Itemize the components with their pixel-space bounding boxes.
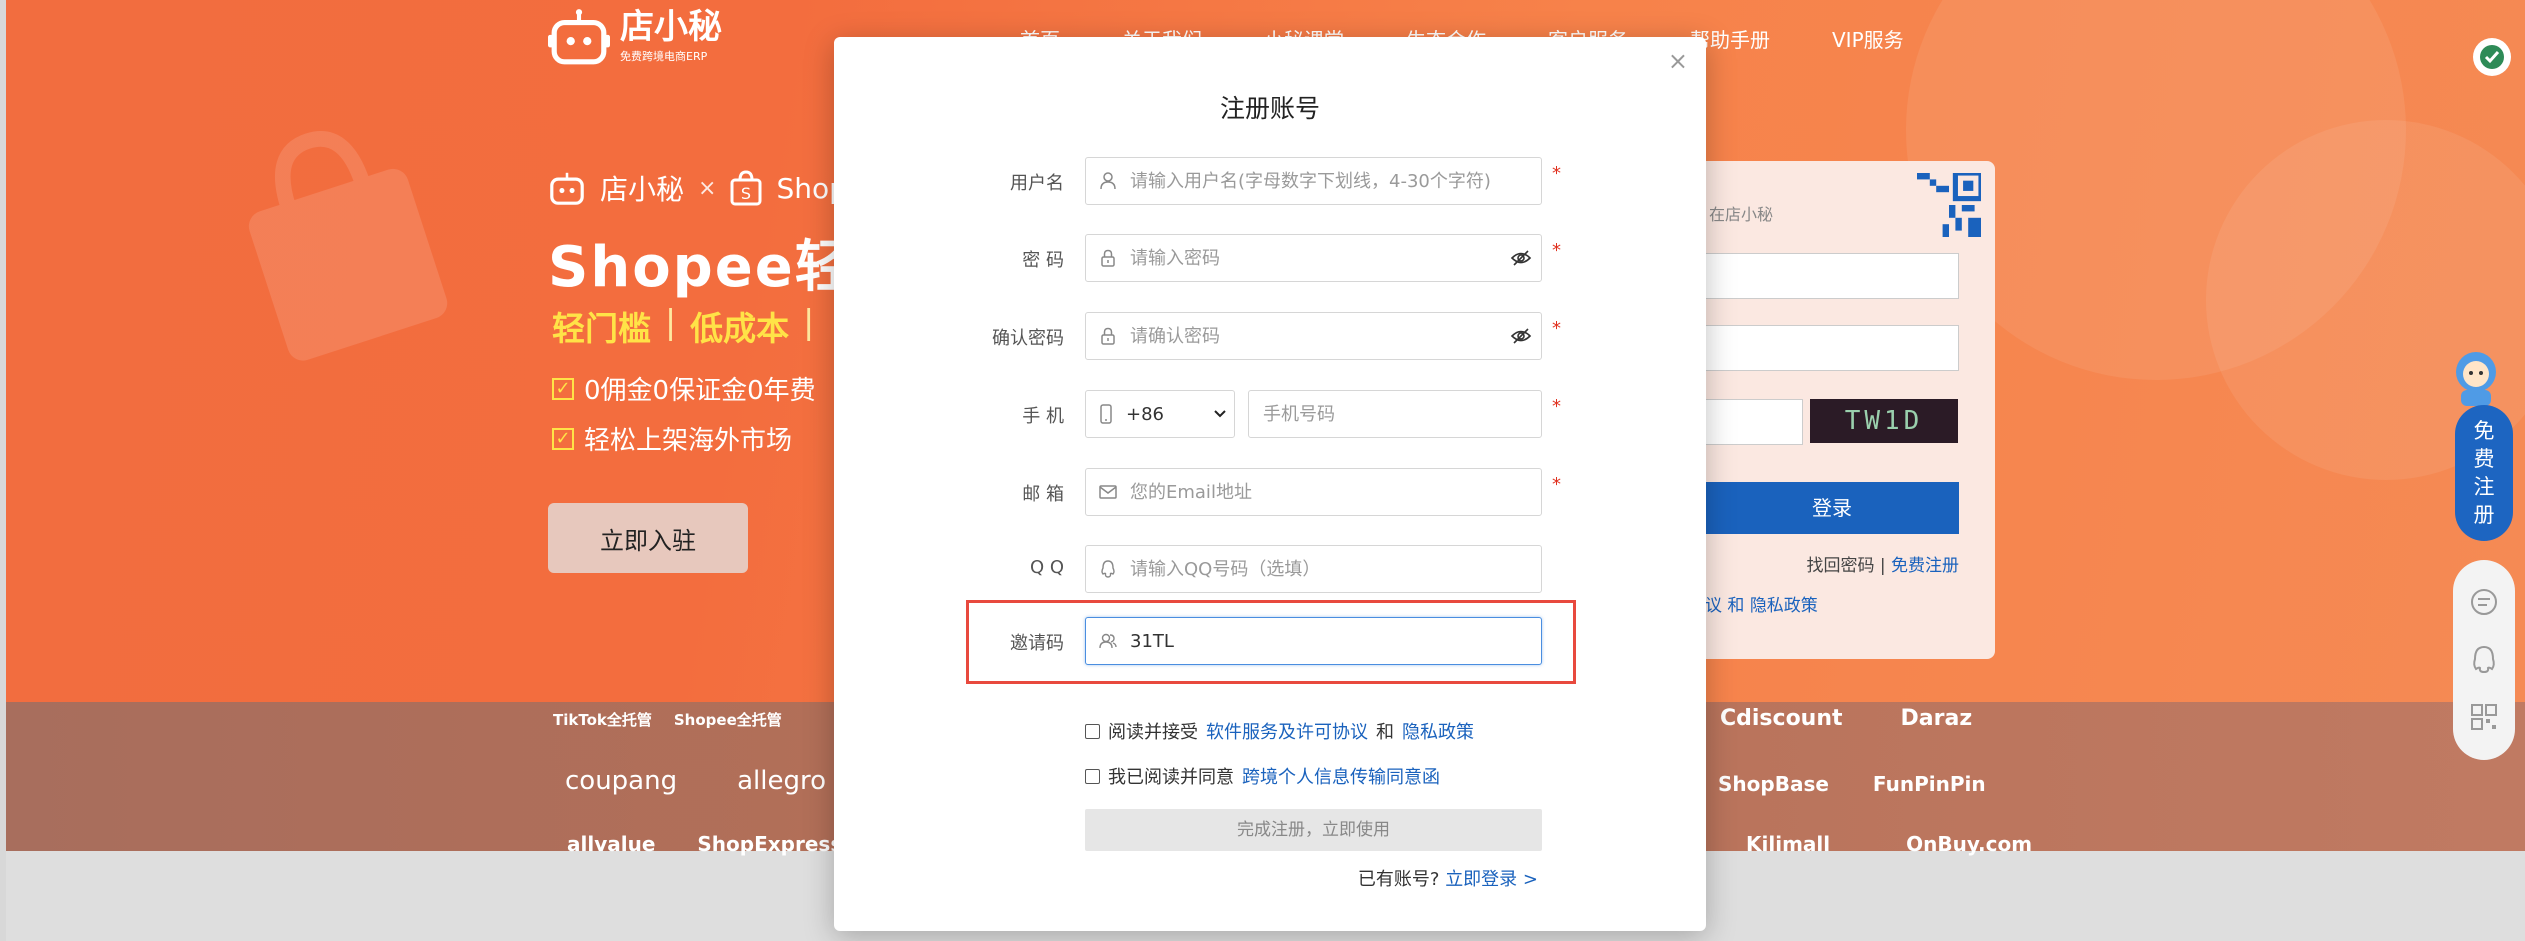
invite-label: 邀请码 [1010,633,1064,654]
password-label: 密 码 [1022,250,1064,271]
chevron-down-icon [1206,409,1234,419]
phone-label: 手 机 [1022,406,1064,427]
username-row: 用户名 * [834,157,1706,205]
email-input[interactable] [1130,470,1541,514]
country-code-select[interactable]: +86 [1085,390,1235,438]
eye-off-icon[interactable] [1501,234,1541,282]
agree-transfer-checkbox[interactable] [1085,768,1100,784]
confirm-password-field[interactable] [1085,312,1542,360]
user-icon [1086,157,1130,205]
email-row: 邮 箱 * [834,468,1706,516]
license-link[interactable]: 软件服务及许可协议 [1206,718,1368,744]
invite-input[interactable] [1130,619,1541,663]
agree-terms-checkbox[interactable] [1085,723,1100,739]
username-label: 用户名 [1010,173,1064,194]
country-code: +86 [1126,403,1164,425]
agree-transfer-prefix: 我已阅读并同意 [1108,767,1234,788]
have-account-text: 已有账号? [1357,869,1440,890]
mail-icon [1086,468,1130,516]
have-account: 已有账号? 立即登录 > [1358,865,1538,891]
password-input[interactable] [1130,236,1501,280]
login-now-link[interactable]: 立即登录 > [1445,869,1538,890]
qq-input[interactable] [1130,547,1541,591]
confirm-password-input[interactable] [1130,314,1501,358]
register-modal: × 注册账号 用户名 * 密 码 * 确认密码 [834,37,1706,931]
required-mark: * [1552,163,1561,184]
invite-row: 邀请码 [834,617,1706,665]
qq-row: Q Q [834,545,1706,593]
agree-and: 和 [1376,722,1394,743]
confirm-password-row: 确认密码 * [834,312,1706,360]
lock-icon [1086,312,1130,360]
eye-off-icon[interactable] [1501,312,1541,360]
agree-terms-line: 阅读并接受 软件服务及许可协议 和 隐私政策 [1085,718,1474,744]
mobile-icon [1086,404,1126,424]
required-mark: * [1552,240,1561,261]
phone-number-field[interactable] [1248,390,1542,438]
close-icon[interactable]: × [1668,47,1688,75]
phone-row: 手 机 +86 * [834,390,1706,438]
transfer-consent-link[interactable]: 跨境个人信息传输同意函 [1242,763,1440,789]
email-label: 邮 箱 [1022,484,1064,505]
phone-number-input[interactable] [1263,403,1541,425]
qq-icon [1086,545,1130,593]
email-field[interactable] [1085,468,1542,516]
password-field[interactable] [1085,234,1542,282]
agree-prefix: 阅读并接受 [1108,722,1198,743]
required-mark: * [1552,474,1561,495]
submit-register-button[interactable]: 完成注册，立即使用 [1085,809,1542,851]
lock-icon [1086,234,1130,282]
invite-field[interactable] [1085,617,1542,665]
privacy-link[interactable]: 隐私政策 [1402,718,1474,744]
qq-label: Q Q [1029,557,1064,578]
modal-title: 注册账号 [1219,94,1320,123]
agree-transfer-line: 我已阅读并同意 跨境个人信息传输同意函 [1085,763,1440,789]
username-input[interactable] [1130,159,1541,203]
password-row: 密 码 * [834,234,1706,282]
confirm-password-label: 确认密码 [992,328,1064,349]
username-field[interactable] [1085,157,1542,205]
required-mark: * [1552,396,1561,417]
required-mark: * [1552,318,1561,339]
users-icon [1086,617,1130,665]
qq-field[interactable] [1085,545,1542,593]
